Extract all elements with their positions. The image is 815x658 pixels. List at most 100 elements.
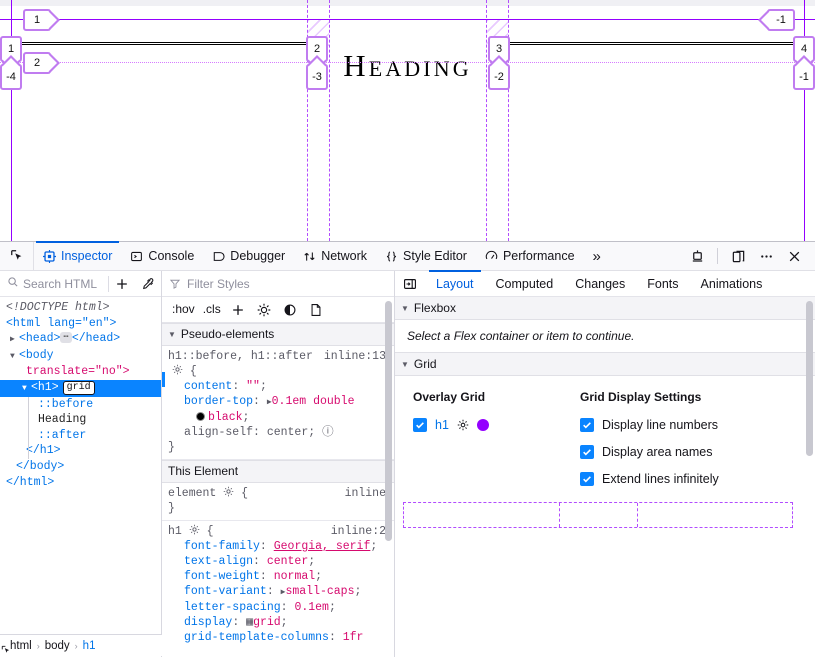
declaration-border-top[interactable]: border-top: ▶0.1em double: [168, 394, 388, 410]
tab-fonts[interactable]: Fonts: [636, 271, 689, 296]
expand-ellipsis-button[interactable]: ⋯: [60, 332, 71, 343]
grid-row-badge-1[interactable]: 1: [23, 9, 51, 31]
setting-display-line-numbers[interactable]: Display line numbers: [580, 418, 815, 432]
grid-color-swatch[interactable]: [477, 419, 489, 431]
overlay-grid-item-h1[interactable]: h1: [413, 418, 580, 432]
declaration-border-top-color[interactable]: black;: [168, 410, 388, 425]
info-icon[interactable]: ⓘ: [322, 426, 334, 439]
declaration-letter-spacing[interactable]: letter-spacing: 0.1em;: [168, 600, 388, 615]
tab-debugger[interactable]: Debugger: [203, 242, 294, 270]
cls-button[interactable]: .cls: [200, 302, 224, 317]
rule-element-inline[interactable]: element { inline }: [162, 483, 394, 521]
rule-selector[interactable]: h1::before, h1::after: [168, 350, 313, 363]
markup-node-text[interactable]: Heading: [0, 412, 161, 428]
markup-node-body-close[interactable]: </body>: [0, 459, 161, 475]
declaration-font-family[interactable]: font-family: Georgia, serif;: [168, 539, 388, 554]
dark-mode-icon[interactable]: [278, 299, 302, 321]
markup-node-head[interactable]: <head>⋯</head>: [0, 331, 161, 348]
grid-badge[interactable]: grid: [63, 381, 95, 395]
filter-styles-input[interactable]: Filter Styles: [187, 277, 250, 291]
declaration-grid-template-columns[interactable]: grid-template-columns: 1fr: [168, 630, 388, 645]
this-element-section-header[interactable]: This Element: [162, 460, 394, 483]
tab-network[interactable]: Network: [294, 242, 376, 270]
eyedropper-icon[interactable]: [135, 277, 161, 291]
markup-node-h1-close[interactable]: </h1>: [0, 443, 161, 459]
tab-changes[interactable]: Changes: [564, 271, 636, 296]
tab-performance[interactable]: Performance: [476, 242, 584, 270]
color-swatch[interactable]: [196, 412, 205, 421]
tab-console[interactable]: Console: [121, 242, 203, 270]
rule-settings-icon[interactable]: [172, 365, 190, 378]
display-area-names-checkbox[interactable]: [580, 445, 594, 459]
rule-source-link[interactable]: inline:13: [324, 349, 386, 364]
rule-element-source[interactable]: inline: [345, 486, 386, 501]
grid-row-badge-2[interactable]: 2: [23, 52, 51, 74]
declaration-display[interactable]: display: ▦grid;: [168, 615, 388, 630]
breadcrumb-item-body[interactable]: body: [45, 640, 70, 652]
extend-lines-infinitely-checkbox[interactable]: [580, 472, 594, 486]
pseudo-elements-section-header[interactable]: ▼ Pseudo-elements: [162, 323, 394, 346]
grid-column-badge-neg-2[interactable]: -2: [488, 64, 510, 90]
breadcrumb-scroll-left-icon[interactable]: [1, 645, 11, 658]
add-rule-plus-icon[interactable]: [226, 299, 250, 321]
chevron-right-icon[interactable]: [10, 332, 19, 348]
rule-element-selector[interactable]: element: [168, 487, 216, 500]
overlay-grid-checkbox[interactable]: [413, 418, 427, 432]
layout-pane-scrollbar[interactable]: [806, 301, 813, 456]
tab-inspector[interactable]: Inspector: [34, 242, 121, 270]
grid-column-badge-neg-1[interactable]: -1: [793, 64, 815, 90]
grid-row-badge-neg-1[interactable]: -1: [767, 9, 795, 31]
chevron-down-icon[interactable]: [22, 381, 31, 397]
overlay-grid-element-name[interactable]: h1: [435, 418, 449, 432]
grid-section-header[interactable]: ▼ Grid: [395, 353, 815, 376]
tabs-overflow-button[interactable]: »: [584, 242, 610, 270]
responsive-design-mode-icon[interactable]: [684, 243, 710, 269]
meatball-menu-icon[interactable]: [753, 243, 779, 269]
display-line-numbers-checkbox[interactable]: [580, 418, 594, 432]
markup-node-html[interactable]: <html lang="en">: [0, 316, 161, 332]
declaration-font-family-value[interactable]: Georgia, serif: [274, 540, 371, 553]
close-icon[interactable]: [781, 243, 807, 269]
markup-node-h1[interactable]: <h1>grid: [0, 380, 161, 397]
rule-settings-icon[interactable]: [189, 525, 207, 538]
rules-pane-scrollbar[interactable]: [385, 301, 392, 541]
setting-extend-lines-infinitely[interactable]: Extend lines infinitely: [580, 472, 815, 486]
grid-outline-preview[interactable]: [403, 502, 793, 528]
grid-column-badge-neg-4[interactable]: -4: [0, 64, 22, 90]
markup-node-after[interactable]: ::after: [0, 428, 161, 444]
tab-computed[interactable]: Computed: [485, 271, 565, 296]
tab-style-editor[interactable]: Style Editor: [376, 242, 476, 270]
chevron-down-icon[interactable]: [10, 349, 19, 365]
search-html-input[interactable]: Search HTML: [0, 276, 108, 291]
breadcrumb-item-html[interactable]: html: [10, 640, 32, 652]
markup-tree[interactable]: <!DOCTYPE html> <html lang="en"> <head>⋯…: [0, 297, 161, 635]
flexbox-section-header[interactable]: ▼ Flexbox: [395, 297, 815, 320]
markup-node-html-close[interactable]: </html>: [0, 475, 161, 491]
breadcrumb-item-h1[interactable]: h1: [83, 640, 96, 652]
tab-layout[interactable]: Layout: [425, 271, 485, 296]
hov-button[interactable]: :hov: [169, 302, 198, 317]
declaration-font-variant[interactable]: font-variant: ▶small-caps;: [168, 584, 388, 600]
print-media-icon[interactable]: [304, 299, 328, 321]
declaration-content[interactable]: content: "";: [168, 379, 388, 394]
tab-animations[interactable]: Animations: [690, 271, 774, 296]
dock-panel-icon[interactable]: [725, 243, 751, 269]
rule-h1-selector[interactable]: h1: [168, 525, 182, 538]
markup-node-before[interactable]: ::before: [0, 397, 161, 413]
rule-h1[interactable]: h1 { inline:2 font-family: Georgia, seri…: [162, 521, 394, 649]
declaration-text-align[interactable]: text-align: center;: [168, 554, 388, 569]
setting-display-area-names[interactable]: Display area names: [580, 445, 815, 459]
grid-column-badge-neg-3[interactable]: -3: [306, 64, 328, 90]
declaration-align-self[interactable]: align-self: center; ⓘ: [168, 425, 388, 440]
rule-settings-icon[interactable]: [223, 487, 241, 500]
element-picker-icon[interactable]: [0, 242, 34, 270]
plus-icon[interactable]: [109, 277, 135, 291]
rule-h1-source[interactable]: inline:2: [331, 524, 386, 539]
rule-pseudo-before-after[interactable]: h1::before, h1::after inline:13 { conten…: [162, 346, 394, 460]
markup-node-body[interactable]: <body: [0, 348, 161, 365]
toggle-sidebar-icon[interactable]: [395, 271, 425, 296]
declaration-font-weight[interactable]: font-weight: normal;: [168, 569, 388, 584]
markup-doctype[interactable]: <!DOCTYPE html>: [0, 300, 161, 316]
grid-settings-icon[interactable]: [457, 419, 469, 431]
light-mode-icon[interactable]: [252, 299, 276, 321]
